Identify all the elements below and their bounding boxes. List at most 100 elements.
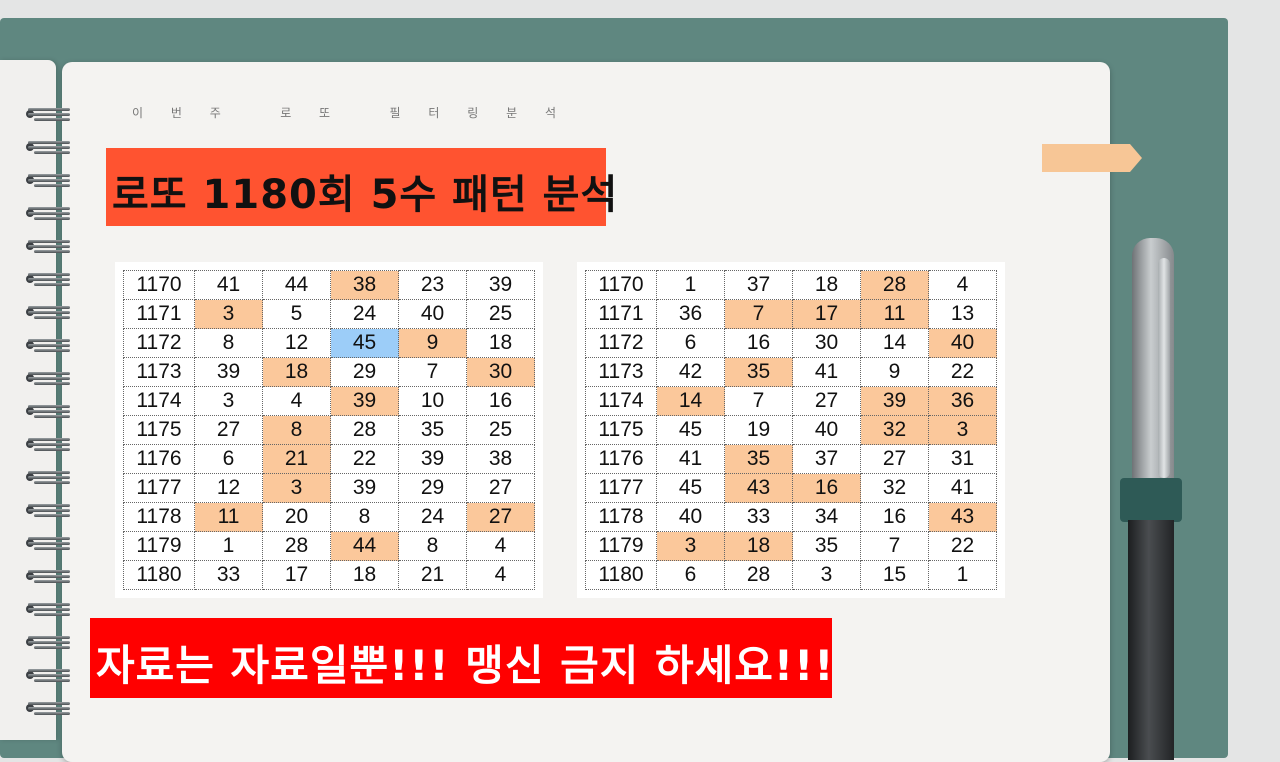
- lotto-number-cell: 40: [656, 502, 725, 532]
- lotto-number-cell: 13: [928, 299, 997, 329]
- table-row: 1179 1 28 44 8 4: [123, 531, 535, 561]
- lotto-number-cell: 39: [330, 386, 399, 416]
- warning-banner: 자료는 자료일뿐!!! 맹신 금지 하세요!!!: [90, 618, 833, 698]
- lotto-number-cell: 4: [928, 270, 997, 300]
- lotto-table-right-card: 1170 1 37 18 28 4 1171 36 7 17 11 13 1172 6 16 30 14 40 11…: [577, 262, 1005, 598]
- table-row: 1171 3 5 24 40 25: [123, 299, 535, 329]
- lotto-number-cell: 3: [928, 415, 997, 445]
- lotto-number-cell: 16: [792, 473, 861, 503]
- lotto-number-cell: 27: [194, 415, 263, 445]
- lotto-number-cell: 1: [928, 560, 997, 590]
- lotto-number-cell: 23: [398, 270, 467, 300]
- lotto-number-cell: 39: [330, 473, 399, 503]
- round-number-cell: 1171: [585, 299, 657, 329]
- pen-body: [1128, 520, 1174, 760]
- lotto-number-cell: 18: [724, 531, 793, 561]
- page-title: 로또 1180회 5수 패턴 분석: [112, 172, 619, 218]
- round-number-cell: 1179: [123, 531, 195, 561]
- table-row: 1173 39 18 29 7 30: [123, 357, 535, 387]
- lotto-number-cell: 15: [860, 560, 929, 590]
- spiral-ring: [26, 273, 72, 286]
- pen-illustration: [1118, 238, 1182, 760]
- lotto-number-cell: 18: [330, 560, 399, 590]
- spiral-ring: [26, 669, 72, 682]
- lotto-number-cell: 19: [724, 415, 793, 445]
- lotto-number-cell: 31: [928, 444, 997, 474]
- lotto-number-cell: 7: [724, 299, 793, 329]
- lotto-number-cell: 8: [194, 328, 263, 358]
- table-row: 1175 45 19 40 32 3: [585, 415, 997, 445]
- lotto-number-cell: 41: [928, 473, 997, 503]
- lotto-number-cell: 8: [398, 531, 467, 561]
- lotto-number-cell: 3: [792, 560, 861, 590]
- lotto-number-cell: 3: [194, 299, 263, 329]
- lotto-number-cell: 24: [398, 502, 467, 532]
- lotto-number-cell: 45: [330, 328, 399, 358]
- page-subtitle: 이 번 주 로 또 필 터 링 분 석: [132, 106, 568, 120]
- round-number-cell: 1179: [585, 531, 657, 561]
- lotto-number-cell: 34: [792, 502, 861, 532]
- sticky-tab: [1042, 144, 1142, 172]
- lotto-number-cell: 39: [860, 386, 929, 416]
- lotto-number-cell: 37: [792, 444, 861, 474]
- lotto-number-cell: 44: [330, 531, 399, 561]
- lotto-number-cell: 32: [860, 473, 929, 503]
- pen-ring: [1120, 478, 1182, 522]
- lotto-number-cell: 42: [656, 357, 725, 387]
- lotto-number-cell: 4: [466, 531, 535, 561]
- lotto-number-cell: 10: [398, 386, 467, 416]
- lotto-number-cell: 16: [860, 502, 929, 532]
- lotto-table-left: 1170 41 44 38 23 39 1171 3 5 24 40 25 1172 8 12 45 9 18 11…: [123, 270, 535, 590]
- lotto-number-cell: 7: [724, 386, 793, 416]
- lotto-number-cell: 6: [656, 328, 725, 358]
- spiral-ring: [26, 702, 72, 715]
- lotto-number-cell: 28: [860, 270, 929, 300]
- lotto-number-cell: 36: [656, 299, 725, 329]
- lotto-number-cell: 18: [466, 328, 535, 358]
- spiral-ring: [26, 207, 72, 220]
- lotto-number-cell: 28: [262, 531, 331, 561]
- lotto-number-cell: 40: [792, 415, 861, 445]
- round-number-cell: 1178: [123, 502, 195, 532]
- spiral-ring: [26, 504, 72, 517]
- lotto-number-cell: 25: [466, 415, 535, 445]
- lotto-number-cell: 29: [398, 473, 467, 503]
- round-number-cell: 1170: [585, 270, 657, 300]
- spiral-ring: [26, 405, 72, 418]
- lotto-number-cell: 24: [330, 299, 399, 329]
- lotto-number-cell: 7: [398, 357, 467, 387]
- round-number-cell: 1174: [123, 386, 195, 416]
- lotto-number-cell: 41: [792, 357, 861, 387]
- lotto-number-cell: 32: [860, 415, 929, 445]
- table-row: 1180 33 17 18 21 4: [123, 560, 535, 590]
- table-row: 1170 1 37 18 28 4: [585, 270, 997, 300]
- lotto-number-cell: 40: [398, 299, 467, 329]
- spiral-ring: [26, 108, 72, 121]
- spiral-ring: [26, 537, 72, 550]
- lotto-number-cell: 3: [194, 386, 263, 416]
- lotto-number-cell: 1: [656, 270, 725, 300]
- spiral-ring: [26, 438, 72, 451]
- lotto-number-cell: 16: [724, 328, 793, 358]
- lotto-number-cell: 33: [194, 560, 263, 590]
- pen-clip: [1158, 258, 1170, 478]
- table-row: 1171 36 7 17 11 13: [585, 299, 997, 329]
- table-row: 1175 27 8 28 35 25: [123, 415, 535, 445]
- table-row: 1173 42 35 41 9 22: [585, 357, 997, 387]
- lotto-number-cell: 3: [262, 473, 331, 503]
- table-row: 1177 12 3 39 29 27: [123, 473, 535, 503]
- lotto-number-cell: 8: [262, 415, 331, 445]
- lotto-number-cell: 39: [398, 444, 467, 474]
- lotto-number-cell: 43: [928, 502, 997, 532]
- title-banner: 로또 1180회 5수 패턴 분석: [106, 148, 617, 226]
- table-row: 1179 3 18 35 7 22: [585, 531, 997, 561]
- lotto-number-cell: 14: [860, 328, 929, 358]
- lotto-table-left-card: 1170 41 44 38 23 39 1171 3 5 24 40 25 1172 8 12 45 9 18 11…: [115, 262, 543, 598]
- lotto-number-cell: 9: [398, 328, 467, 358]
- round-number-cell: 1177: [585, 473, 657, 503]
- round-number-cell: 1174: [585, 386, 657, 416]
- table-row: 1172 6 16 30 14 40: [585, 328, 997, 358]
- lotto-number-cell: 36: [928, 386, 997, 416]
- table-row: 1178 11 20 8 24 27: [123, 502, 535, 532]
- round-number-cell: 1171: [123, 299, 195, 329]
